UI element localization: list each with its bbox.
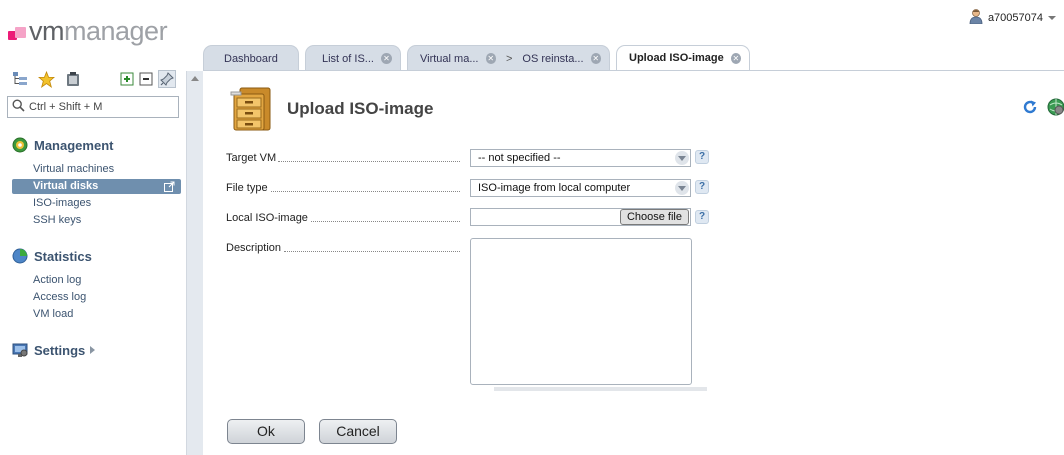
sidebar-item-ssh-keys[interactable]: SSH keys bbox=[33, 214, 81, 226]
vmmanager-logo: vmmanager bbox=[8, 15, 168, 47]
help-icon[interactable]: ? bbox=[695, 210, 709, 224]
open-new-window-icon[interactable] bbox=[164, 181, 175, 197]
close-icon[interactable]: ✕ bbox=[730, 52, 741, 64]
sidebar-item-virtual-disks[interactable]: Virtual disks bbox=[12, 179, 181, 194]
tab-divider bbox=[203, 70, 1064, 71]
file-cabinet-icon bbox=[229, 85, 277, 133]
chevron-down-icon[interactable] bbox=[675, 151, 689, 165]
favorites-star-icon[interactable] bbox=[37, 70, 55, 88]
clipboard-icon[interactable] bbox=[64, 70, 82, 88]
section-settings[interactable]: Settings bbox=[12, 342, 96, 358]
chevron-right-icon bbox=[90, 346, 96, 354]
help-icon[interactable]: ? bbox=[695, 150, 709, 164]
leader-dots bbox=[278, 161, 460, 162]
statistics-pie-icon bbox=[12, 248, 28, 264]
resize-scrollbar[interactable] bbox=[494, 387, 707, 391]
choose-file-button[interactable]: Choose file bbox=[619, 209, 689, 225]
close-icon[interactable]: ✕ bbox=[590, 53, 601, 64]
sidebar-item-access-log[interactable]: Access log bbox=[33, 291, 86, 303]
chevron-down-icon bbox=[1048, 15, 1056, 20]
sidebar-item-virtual-machines[interactable]: Virtual machines bbox=[33, 163, 114, 175]
tab-upload-iso-image[interactable]: Upload ISO-image ✕ bbox=[616, 45, 750, 71]
tree-view-icon[interactable] bbox=[11, 70, 29, 88]
sidebar-item-vm-load[interactable]: VM load bbox=[33, 308, 73, 320]
search-field[interactable] bbox=[29, 101, 169, 113]
logo-mark-icon bbox=[8, 27, 26, 41]
leader-dots bbox=[311, 221, 460, 222]
file-type-select[interactable]: ISO-image from local computer bbox=[470, 179, 691, 197]
close-icon[interactable]: ✕ bbox=[380, 53, 392, 64]
chevron-right-icon: > bbox=[505, 52, 513, 65]
sidebar-item-iso-images[interactable]: ISO-images bbox=[33, 197, 91, 209]
chevron-down-icon[interactable] bbox=[675, 181, 689, 195]
user-menu[interactable]: a70057074 bbox=[968, 8, 1056, 27]
tab-list-of-iso[interactable]: List of IS... ✕ bbox=[305, 45, 401, 71]
local-iso-label: Local ISO-image bbox=[226, 212, 308, 224]
scroll-up-icon[interactable] bbox=[191, 76, 199, 81]
leader-dots bbox=[271, 191, 460, 192]
tab-virtual-machines[interactable]: Virtual ma... ✕ > OS reinsta... ✕ bbox=[407, 45, 610, 71]
management-icon bbox=[12, 137, 28, 153]
globe-settings-icon[interactable] bbox=[1047, 98, 1064, 119]
sidebar-item-action-log[interactable]: Action log bbox=[33, 274, 81, 286]
target-vm-select[interactable]: -- not specified -- bbox=[470, 149, 691, 167]
pin-icon[interactable] bbox=[158, 70, 176, 88]
section-statistics[interactable]: Statistics bbox=[12, 248, 92, 264]
section-management[interactable]: Management bbox=[12, 137, 113, 153]
local-iso-file-input[interactable]: Choose file bbox=[470, 208, 691, 226]
search-icon bbox=[12, 99, 25, 115]
page-title: Upload ISO-image bbox=[287, 99, 434, 118]
tab-dashboard[interactable]: Dashboard bbox=[203, 45, 299, 71]
expand-all-icon[interactable] bbox=[118, 70, 136, 88]
sidebar-splitter[interactable] bbox=[186, 71, 203, 455]
description-textarea[interactable] bbox=[470, 238, 692, 385]
search-input[interactable] bbox=[7, 96, 179, 118]
sidebar: Management Virtual machines Virtual disk… bbox=[0, 64, 186, 455]
app-window: vmmanager a70057074 Dashboard List of IS… bbox=[0, 0, 1064, 455]
close-icon[interactable]: ✕ bbox=[485, 53, 496, 64]
help-icon[interactable]: ? bbox=[695, 180, 709, 194]
settings-monitor-icon bbox=[12, 342, 28, 358]
sidebar-toolbar bbox=[11, 70, 181, 90]
file-type-label: File type bbox=[226, 182, 268, 194]
description-label: Description bbox=[226, 242, 282, 254]
cancel-button[interactable]: Cancel bbox=[319, 419, 397, 444]
leader-dots bbox=[284, 251, 460, 252]
collapse-all-icon[interactable] bbox=[137, 70, 155, 88]
ok-button[interactable]: Ok bbox=[227, 419, 305, 444]
target-vm-label: Target VM bbox=[226, 152, 277, 164]
logo-text: vmmanager bbox=[29, 15, 168, 46]
user-icon bbox=[968, 8, 984, 27]
refresh-icon[interactable] bbox=[1022, 99, 1038, 118]
tab-bar: Dashboard List of IS... ✕ Virtual ma... ✕ >… bbox=[203, 45, 756, 71]
user-name: a70057074 bbox=[987, 11, 1043, 24]
